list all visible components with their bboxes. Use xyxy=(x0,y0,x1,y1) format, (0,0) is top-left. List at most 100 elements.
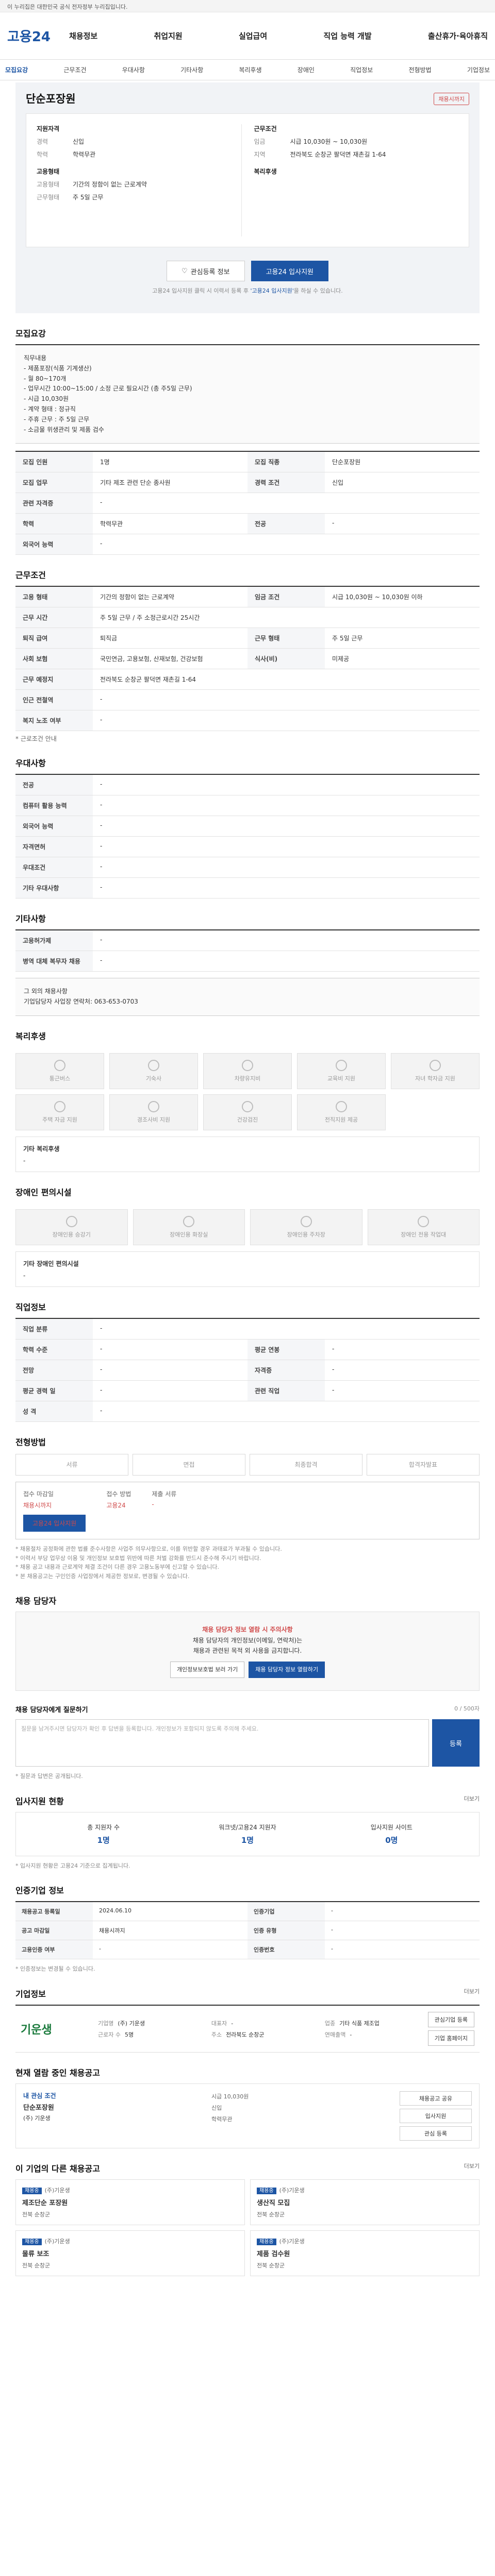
summary-value: 학력무관 xyxy=(73,151,96,158)
row-value: - xyxy=(100,822,103,829)
tab-company[interactable]: 기업정보 xyxy=(467,65,490,74)
more-jobs-link[interactable]: 더보기 xyxy=(464,2162,480,2170)
facility-item: 기숙사 xyxy=(109,1053,198,1089)
table-row: 컴퓨터 활용 능력 - xyxy=(15,795,480,817)
apply-label: 접수 방법 xyxy=(106,1490,131,1498)
heart-icon: ♡ xyxy=(182,267,188,275)
nav-item[interactable]: 출산휴가·육아휴직 xyxy=(428,30,488,41)
facility-icon xyxy=(148,1100,159,1112)
row-header: 고용 형태 xyxy=(15,587,93,607)
row-header: 병역 대체 복무자 채용 xyxy=(15,951,93,972)
view-contact-button[interactable]: 채용 담당자 정보 열람하기 xyxy=(249,1661,325,1679)
row-header: 전공 xyxy=(15,775,93,795)
job-description: 직무내용 - 제품포장(식품 기계생산) - 월 80~170개 - 업무시간 10:… xyxy=(15,344,480,444)
facility-icon xyxy=(54,1100,65,1112)
job-card[interactable]: 채용중 (주)기운생 제품 검수원 전북 순창군 xyxy=(250,2230,480,2276)
rec-button[interactable]: 채용공고 공유 xyxy=(400,2091,472,2106)
notice-link[interactable]: '고용24 입사지원' xyxy=(251,287,294,294)
fav-company-button[interactable]: 관심기업 등록 xyxy=(427,2011,474,2027)
facility-item: 주택 자금 지원 xyxy=(15,1094,104,1130)
tab-method[interactable]: 전형방법 xyxy=(408,65,431,74)
rec-button[interactable]: 입사지원 xyxy=(400,2108,472,2123)
description-line: - 업무시간 10:00~15:00 / 소정 근로 필요시간 (총 주5일 근… xyxy=(24,385,192,393)
table-row: 병역 대체 복무자 채용 - xyxy=(15,951,480,972)
qna-submit-button[interactable]: 등록 xyxy=(432,1719,480,1767)
tab-work[interactable]: 근무조건 xyxy=(63,65,86,74)
facility-label: 자녀 학자금 지원 xyxy=(415,1075,455,1082)
pref-table: 전공 - 컴퓨터 활용 능력 - 외국어 능력 - 자격면허 - 우대조건 - 기타 우대사항 - xyxy=(15,774,480,899)
facility-icon xyxy=(242,1100,253,1112)
row-value: 전라북도 순창군 팔덕면 재촌길 1-64 xyxy=(100,676,196,684)
job-title: 단순포장원 xyxy=(26,93,76,105)
job-company: (주)기운생 xyxy=(279,2238,305,2245)
stat-more-link[interactable]: 더보기 xyxy=(464,1794,480,1803)
job-card[interactable]: 채용중 (주)기운생 물류 보조 전북 순창군 xyxy=(15,2230,245,2276)
table-row: 평균 경력 일 - 관련 직업 - xyxy=(15,1380,480,1401)
job-card[interactable]: 채용중 (주)기운생 생산직 모집 전북 순창군 xyxy=(250,2179,480,2225)
privacy-law-button[interactable]: 개인정보보호법 보러 가기 xyxy=(170,1661,245,1679)
method-steps: 서류 면접 최종합격 합격자발표 xyxy=(15,1453,480,1476)
row-value: 퇴직금 xyxy=(100,635,118,642)
facility-icon xyxy=(148,1059,159,1071)
table-row: 사회 보험 국민연금, 고용보험, 산재보험, 건강보험 식사(비) 미제공 xyxy=(15,649,480,670)
facility-label: 차량유지비 xyxy=(234,1075,261,1082)
tab-disabled[interactable]: 장애인 xyxy=(298,65,315,74)
row-header: 모집 업무 xyxy=(15,472,93,493)
tab-etc[interactable]: 기타사항 xyxy=(180,65,203,74)
table-row: 외국어 능력 - xyxy=(15,816,480,837)
info-value: - xyxy=(325,1921,480,1941)
company-key: 대표자 xyxy=(211,2020,227,2027)
row-header: 고용허가제 xyxy=(15,930,93,951)
stat-title: 입사지원 현황 xyxy=(15,1796,64,1806)
method-apply-button[interactable]: 고용24 입사지원 xyxy=(23,1514,86,1532)
apply-docs: 제출 서류 - xyxy=(152,1489,176,1532)
job-company: (주)기운생 xyxy=(279,2187,305,2194)
warning-line: 채용 담당자의 개인정보(이메일, 연락처)는 xyxy=(192,1636,303,1644)
summary-left: 지원자격 경력 신입 학력 학력무관 고용형태 고용형태 기간의 정함이 없는 근로계약 근무형… xyxy=(37,124,241,236)
facility-label: 경조사비 지원 xyxy=(137,1116,171,1123)
row-value: - xyxy=(100,540,103,548)
summary-row: 고용형태 기간의 정함이 없는 근로계약 xyxy=(37,180,241,189)
job-card[interactable]: 채용중 (주)기운생 제조단순 포장원 전북 순창군 xyxy=(15,2179,245,2225)
company-value: 기타 식품 제조업 xyxy=(339,2020,380,2027)
section-title-qna: 채용 담당자에게 질문하기 0 / 500자 xyxy=(15,1704,480,1714)
apply-label: 접수 마감일 xyxy=(23,1490,54,1498)
info-foot: * 인증정보는 변경될 수 있습니다. xyxy=(15,1965,95,1973)
row-value: 1명 xyxy=(100,459,110,466)
site-logo[interactable]: 고용24 xyxy=(7,26,51,45)
nav-item[interactable]: 직업 능력 개발 xyxy=(323,30,371,41)
notice-text: 고용24 입사지원 클릭 시 이력서 등록 후 xyxy=(152,287,249,294)
qna-title: 채용 담당자에게 질문하기 xyxy=(15,1706,88,1715)
tab-pref[interactable]: 우대사항 xyxy=(122,65,145,74)
scrap-button[interactable]: ♡ 관심등록 정보 xyxy=(167,261,245,281)
section-title-method: 전형방법 xyxy=(15,1437,46,1447)
homepage-button[interactable]: 기업 홈페이지 xyxy=(427,2030,474,2046)
row-header: 임금 조건 xyxy=(248,587,325,607)
facility-item: 장애인용 주차장 xyxy=(250,1209,362,1245)
rec-job[interactable]: 단순포장원 xyxy=(23,2102,211,2112)
method-step: 면접 xyxy=(133,1453,245,1476)
facility-item: 장애인 전용 작업대 xyxy=(367,1209,480,1245)
qna-textarea[interactable]: 질문을 남겨주시면 담당자가 확인 후 답변을 등록합니다. 개인정보가 포함되… xyxy=(15,1719,429,1767)
summary-key: 고용형태 xyxy=(37,181,60,188)
section-title-job: 직업정보 xyxy=(15,1302,46,1312)
company-more-link[interactable]: 더보기 xyxy=(464,1987,480,1995)
nav-item[interactable]: 취업지원 xyxy=(154,30,182,41)
warning-line: 채용과 관련된 목적 외 사용을 금지합니다. xyxy=(193,1647,302,1655)
nav-item[interactable]: 채용정보 xyxy=(69,30,97,41)
info-key: 인증기업 xyxy=(248,1902,325,1922)
facility-label: 주택 자금 지원 xyxy=(42,1116,77,1123)
tab-recruit[interactable]: 모집요강 xyxy=(5,65,28,74)
job-location: 전북 순창군 xyxy=(257,2262,285,2269)
table-row: 고용허가제 - xyxy=(15,930,480,952)
rec-meta-item: 시급 10,030원 xyxy=(211,2093,249,2100)
row-value: - xyxy=(100,863,103,871)
company-key: 연매출액 xyxy=(324,2031,346,2038)
nav-item[interactable]: 실업급여 xyxy=(239,30,267,41)
rec-button[interactable]: 관심 등록 xyxy=(400,2126,472,2141)
facility-label: 장애인용 주차장 xyxy=(287,1231,325,1238)
apply-button[interactable]: 고용24 입사지원 xyxy=(251,261,328,281)
tab-job[interactable]: 직업정보 xyxy=(350,65,373,74)
summary-value: 전라북도 순창군 팔덕면 재촌길 1-64 xyxy=(290,151,386,158)
tab-benefit[interactable]: 복리후생 xyxy=(239,65,261,74)
